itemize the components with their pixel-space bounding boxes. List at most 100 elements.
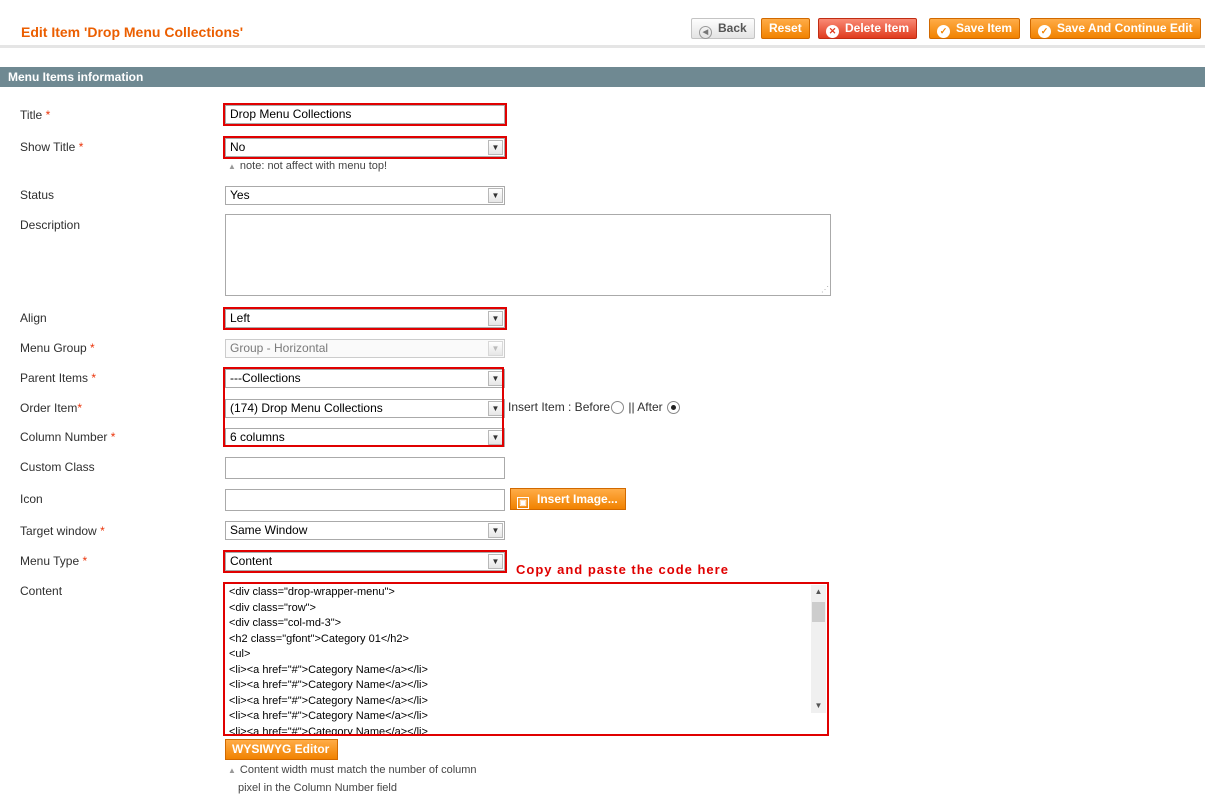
image-icon: ▣ <box>517 497 529 509</box>
code-line: <div class="row"> <box>229 601 316 614</box>
insert-position-group: Insert Item : Before || After <box>508 400 681 414</box>
delete-button-label: Delete Item <box>845 21 910 35</box>
description-label: Description <box>20 218 81 232</box>
code-line: <li><a href="#">Category Name</a></li> <box>229 694 428 707</box>
menu-type-label: Menu Type * <box>20 554 87 568</box>
highlight-group-box <box>223 367 504 447</box>
menu-group-value: Group - Horizontal <box>230 341 329 355</box>
status-label: Status <box>20 188 55 202</box>
chevron-down-icon: ▼ <box>488 311 503 326</box>
custom-class-label: Custom Class <box>20 460 95 474</box>
back-button[interactable]: ◀ Back <box>691 18 755 39</box>
code-line: <h2 class="gfont">Category 01</h2> <box>229 632 409 645</box>
target-window-select[interactable]: Same Window ▼ <box>225 521 505 540</box>
content-textarea[interactable]: <div class="drop-wrapper-menu"> <div clas… <box>223 582 829 736</box>
reset-button-label: Reset <box>769 21 802 35</box>
order-item-label: Order Item* <box>20 401 82 415</box>
required-mark: * <box>77 401 83 415</box>
chevron-down-icon: ▼ <box>488 140 503 155</box>
parent-items-label: Parent Items * <box>20 371 96 385</box>
align-label: Align <box>20 311 47 325</box>
required-mark: * <box>45 108 51 122</box>
back-button-label: Back <box>718 21 747 35</box>
insert-before-radio[interactable] <box>611 401 625 414</box>
title-label-text: Title <box>20 108 43 122</box>
menu-type-select[interactable]: Content ▼ <box>223 550 507 573</box>
show-title-label: Show Title * <box>20 140 83 154</box>
menu-group-label-text: Menu Group <box>20 341 87 355</box>
menu-type-value: Content <box>230 554 273 568</box>
chevron-down-icon: ▼ <box>488 523 503 538</box>
icon-input[interactable] <box>225 489 505 511</box>
chevron-down-icon: ▼ <box>488 188 503 203</box>
content-note-line1: Content width must match the number of c… <box>239 764 477 776</box>
save-button-label: Save Item <box>956 21 1013 35</box>
show-title-value: No <box>230 140 246 154</box>
menu-group-select[interactable]: Group - Horizontal ▼ <box>225 339 505 358</box>
content-note-line2: pixel in the Column Number field <box>238 782 397 794</box>
show-title-select[interactable]: No ▼ <box>223 136 507 159</box>
reset-button[interactable]: Reset <box>761 18 810 39</box>
chevron-down-icon: ▼ <box>488 554 503 569</box>
save-continue-button[interactable]: ✓ Save And Continue Edit <box>1030 18 1201 39</box>
resize-grip-icon[interactable]: ⋰ <box>821 286 829 294</box>
scroll-down-icon[interactable]: ▼ <box>811 699 826 713</box>
content-scrollbar[interactable]: ▲ ▼ <box>811 585 826 713</box>
code-line: <li><a href="#">Category Name</a></li> <box>229 679 428 691</box>
check-icon: ✓ <box>937 25 950 38</box>
code-line: <li><a href="#">Category Name</a></li> <box>229 663 428 676</box>
chevron-down-icon: ▼ <box>488 341 503 356</box>
save-continue-button-label: Save And Continue Edit <box>1057 21 1193 35</box>
required-mark: * <box>91 371 97 385</box>
insert-after-label: || After <box>628 400 663 414</box>
delete-item-button[interactable]: ✕ Delete Item <box>818 18 918 39</box>
column-number-label-text: Column Number <box>20 430 108 444</box>
check-icon: ✓ <box>1038 25 1051 38</box>
page-title: Edit Item 'Drop Menu Collections' <box>21 24 244 40</box>
required-mark: * <box>90 341 95 355</box>
show-title-note: ▲ note: not affect with menu top! <box>228 157 387 176</box>
description-textarea[interactable]: ⋰ <box>225 214 831 296</box>
code-line: <div class="col-md-3"> <box>229 617 342 629</box>
menu-group-label: Menu Group * <box>20 341 95 355</box>
insert-before-label: Insert Item : Before <box>508 400 611 414</box>
target-window-label-text: Target window <box>20 524 97 538</box>
section-header: Menu Items information <box>0 67 1205 87</box>
column-number-label: Column Number * <box>20 430 115 444</box>
show-title-note-text: note: not affect with menu top! <box>239 160 388 172</box>
code-line: <li><a href="#">Category Name</a></li> <box>229 710 428 722</box>
required-mark: * <box>110 430 116 444</box>
required-mark: * <box>82 554 88 568</box>
scroll-up-icon[interactable]: ▲ <box>811 585 826 599</box>
page-header: Edit Item 'Drop Menu Collections' ◀ Back … <box>0 0 1205 48</box>
required-mark: * <box>78 140 84 154</box>
align-select[interactable]: Left ▼ <box>223 307 507 330</box>
code-line: <ul> <box>229 648 251 660</box>
required-mark: * <box>100 524 105 538</box>
custom-class-input[interactable] <box>225 457 505 479</box>
status-select[interactable]: Yes ▼ <box>225 186 505 205</box>
delete-icon: ✕ <box>826 25 839 38</box>
menu-type-label-text: Menu Type <box>20 554 80 568</box>
scroll-thumb[interactable] <box>812 602 825 622</box>
wysiwyg-editor-button[interactable]: WYSIWYG Editor <box>225 739 338 760</box>
triangle-icon: ▲ <box>228 766 236 775</box>
status-value: Yes <box>230 188 250 202</box>
insert-after-radio[interactable] <box>666 401 680 414</box>
insert-image-button[interactable]: ▣ Insert Image... <box>510 488 626 510</box>
content-label: Content <box>20 584 63 598</box>
code-line: <li><a href="#">Category Name</a></li> <box>229 725 428 736</box>
icon-label: Icon <box>20 492 43 506</box>
back-arrow-icon: ◀ <box>699 26 712 39</box>
show-title-label-text: Show Title <box>20 140 76 154</box>
content-code: <div class="drop-wrapper-menu"> <div clas… <box>229 585 428 736</box>
instruction-annotation: Copy and paste the code here <box>516 562 729 577</box>
save-item-button[interactable]: ✓ Save Item <box>929 18 1021 39</box>
parent-items-label-text: Parent Items <box>20 371 89 385</box>
target-window-label: Target window * <box>20 524 105 538</box>
content-note: ▲ Content width must match the number of … <box>228 761 477 780</box>
title-input[interactable]: Drop Menu Collections <box>223 103 507 126</box>
triangle-icon: ▲ <box>228 162 236 171</box>
code-line: <div class="drop-wrapper-menu"> <box>229 586 395 598</box>
order-item-label-text: Order Item <box>20 401 78 415</box>
